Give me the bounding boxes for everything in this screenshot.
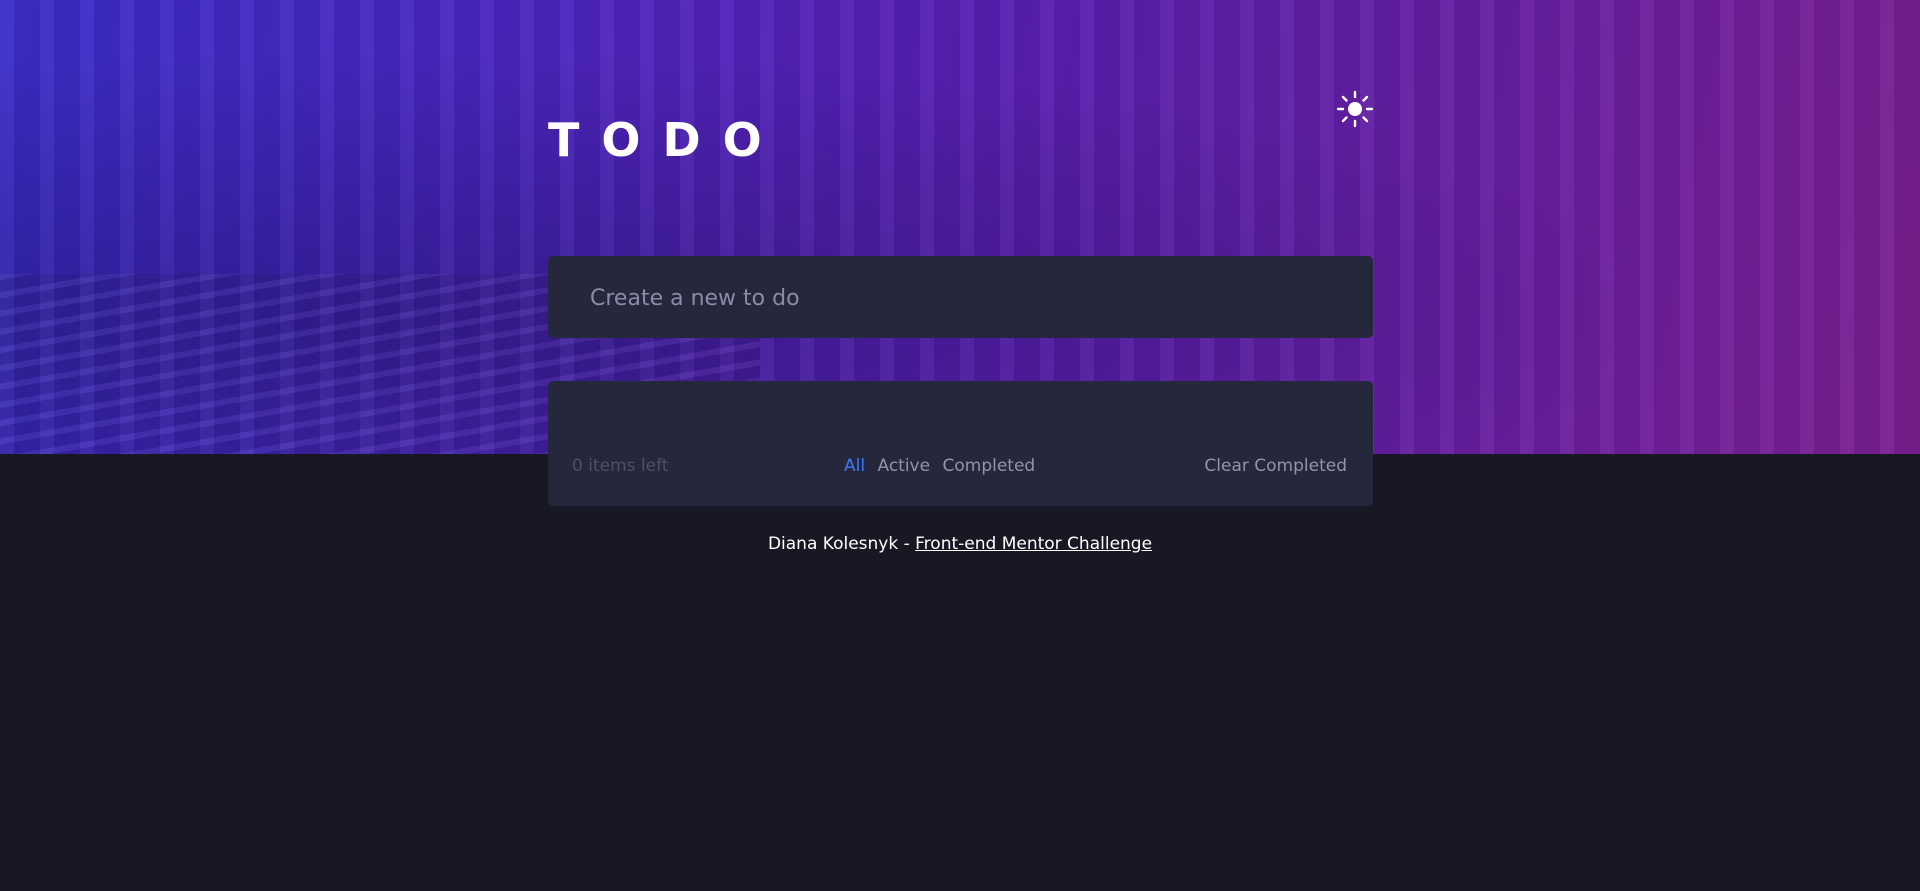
- author-name: Diana Kolesnyk: [767, 534, 899, 554]
- theme-toggle-button[interactable]: [1336, 90, 1374, 128]
- attribution: Diana Kolesnyk - Front-end Mentor Challe…: [0, 534, 1920, 554]
- items-left-count: 0 items left: [572, 456, 669, 476]
- filter-completed[interactable]: Completed: [942, 456, 1035, 476]
- frontend-mentor-link[interactable]: Front-end Mentor Challenge: [915, 534, 1152, 554]
- new-todo-input[interactable]: [588, 256, 1352, 340]
- filter-all[interactable]: All: [844, 456, 865, 476]
- filter-active[interactable]: Active: [877, 456, 930, 476]
- new-todo-card: [548, 256, 1373, 340]
- filter-group: All Active Completed: [844, 456, 1035, 476]
- clear-completed-button[interactable]: Clear Completed: [1204, 456, 1347, 476]
- todo-list-card: 0 items left All Active Completed Clear …: [548, 381, 1373, 506]
- attribution-separator: -: [898, 534, 916, 554]
- sun-icon: [1336, 90, 1374, 128]
- page-title: TODO: [548, 113, 784, 167]
